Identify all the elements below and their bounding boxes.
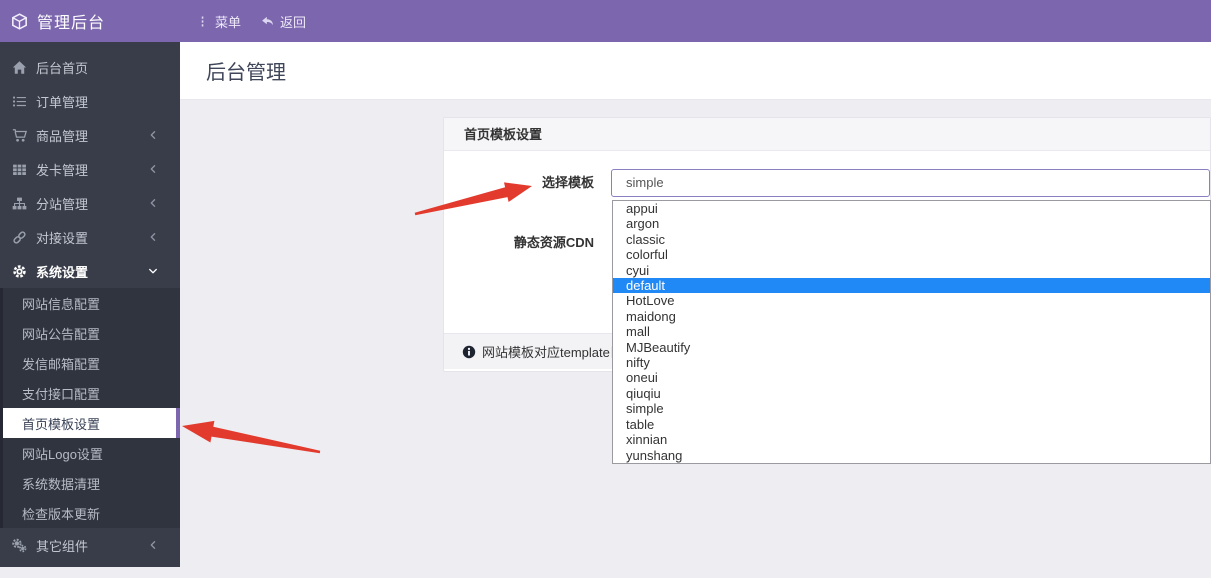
sitemap-icon (12, 196, 27, 211)
back-button[interactable]: 返回 (251, 0, 316, 42)
template-dropdown-list: appuiargonclassiccolorfulcyuidefaultHotL… (612, 200, 1211, 464)
list-icon (12, 94, 27, 109)
sidebar-item-4[interactable]: 分站管理 (0, 186, 180, 220)
sidebar-item-label: 商品管理 (36, 126, 88, 145)
template-select-label: 选择模板 (444, 169, 594, 197)
cube-icon (11, 13, 28, 30)
grid-icon (12, 162, 27, 177)
sidebar-subitem-5[interactable]: 网站Logo设置 (3, 438, 180, 468)
sidebar-subitem-2[interactable]: 发信邮箱配置 (3, 348, 180, 378)
sidebar-submenu: 网站信息配置网站公告配置发信邮箱配置支付接口配置首页模板设置网站Logo设置系统… (0, 288, 180, 528)
template-select-row: 选择模板 simple (444, 169, 1210, 197)
brand-title: 管理后台 (37, 9, 105, 33)
sidebar-subitem-label: 网站信息配置 (22, 294, 100, 313)
sidebar-item-2[interactable]: 商品管理 (0, 118, 180, 152)
sidebar-subitem-label: 发信邮箱配置 (22, 354, 100, 373)
sidebar-subitem-0[interactable]: 网站信息配置 (3, 288, 180, 318)
chevron-down-icon (148, 266, 158, 276)
sidebar-subitem-label: 网站公告配置 (22, 324, 100, 343)
menu-button-label: 菜单 (215, 12, 241, 31)
gear-icon (12, 264, 27, 279)
cdn-label: 静态资源CDN (444, 229, 594, 257)
sidebar-subitem-3[interactable]: 支付接口配置 (3, 378, 180, 408)
sidebar-item-label: 系统设置 (36, 262, 88, 281)
sidebar-item-label: 其它组件 (36, 536, 88, 555)
back-button-label: 返回 (280, 12, 306, 31)
sidebar-item-0[interactable]: 后台首页 (0, 50, 180, 84)
cart-icon (12, 128, 27, 143)
sidebar-subitem-label: 检查版本更新 (22, 504, 100, 523)
panel-note-text: 网站模板对应template目 (482, 342, 623, 361)
brand[interactable]: 管理后台 (0, 9, 180, 33)
sidebar: 后台首页订单管理商品管理发卡管理分站管理对接设置系统设置 网站信息配置网站公告配… (0, 42, 180, 567)
sidebar-item-label: 分站管理 (36, 194, 88, 213)
dropdown-option[interactable]: xinnian (613, 432, 1210, 447)
topbar: 管理后台 菜单 返回 (0, 0, 1211, 42)
dropdown-option[interactable]: simple (613, 401, 1210, 416)
sidebar-item-label: 后台首页 (36, 58, 88, 77)
sidebar-item-6[interactable]: 系统设置 (0, 254, 180, 288)
gears-icon (12, 538, 27, 553)
menu-dots-icon (196, 15, 209, 28)
dropdown-option[interactable]: colorful (613, 247, 1210, 262)
sidebar-subitem-label: 首页模板设置 (22, 414, 100, 433)
sidebar-subitem-1[interactable]: 网站公告配置 (3, 318, 180, 348)
dropdown-option[interactable]: mall (613, 324, 1210, 339)
sidebar-subitem-label: 支付接口配置 (22, 384, 100, 403)
sidebar-item-3[interactable]: 发卡管理 (0, 152, 180, 186)
chevron-left-icon (148, 232, 158, 242)
dropdown-option[interactable]: argon (613, 216, 1210, 231)
sidebar-item-label: 发卡管理 (36, 160, 88, 179)
dropdown-option[interactable]: yunshang (613, 448, 1210, 463)
sidebar-item-5[interactable]: 对接设置 (0, 220, 180, 254)
template-select-value: simple (626, 175, 664, 190)
chevron-left-icon (148, 130, 158, 140)
dropdown-option[interactable]: appui (613, 201, 1210, 216)
template-select[interactable]: simple (611, 169, 1210, 197)
dropdown-option[interactable]: table (613, 417, 1210, 432)
chevron-left-icon (148, 198, 158, 208)
dropdown-option[interactable]: oneui (613, 370, 1210, 385)
info-icon (462, 345, 476, 359)
dropdown-option[interactable]: classic (613, 232, 1210, 247)
sidebar-main-menu: 后台首页订单管理商品管理发卡管理分站管理对接设置系统设置 (0, 42, 180, 288)
sidebar-subitem-4[interactable]: 首页模板设置 (3, 408, 180, 438)
menu-button[interactable]: 菜单 (186, 0, 251, 42)
sidebar-subitem-6[interactable]: 系统数据清理 (3, 468, 180, 498)
dropdown-option[interactable]: HotLove (613, 293, 1210, 308)
annotation-arrow-to-sidebar-item (182, 421, 320, 453)
sidebar-item-1[interactable]: 订单管理 (0, 84, 180, 118)
dropdown-option[interactable]: nifty (613, 355, 1210, 370)
sidebar-subitem-7[interactable]: 检查版本更新 (3, 498, 180, 528)
panel-title: 首页模板设置 (444, 118, 1210, 151)
sidebar-item-label: 对接设置 (36, 228, 88, 247)
dropdown-option[interactable]: cyui (613, 263, 1210, 278)
dropdown-option[interactable]: default (613, 278, 1210, 293)
dropdown-option[interactable]: qiuqiu (613, 386, 1210, 401)
chevron-left-icon (148, 540, 158, 550)
sidebar-bottom-menu: 其它组件 (0, 528, 180, 562)
link-icon (12, 230, 27, 245)
chevron-left-icon (148, 164, 158, 174)
sidebar-bottom-item-0[interactable]: 其它组件 (0, 528, 180, 562)
reply-icon (261, 15, 274, 28)
sidebar-subitem-label: 网站Logo设置 (22, 444, 103, 463)
sidebar-item-label: 订单管理 (36, 92, 88, 111)
dropdown-option[interactable]: maidong (613, 309, 1210, 324)
dropdown-option[interactable]: MJBeautify (613, 340, 1210, 355)
sidebar-subitem-label: 系统数据清理 (22, 474, 100, 493)
topbar-actions: 菜单 返回 (186, 0, 316, 42)
home-icon (12, 60, 27, 75)
page-title: 后台管理 (206, 56, 286, 85)
content-header: 后台管理 (180, 42, 1211, 100)
